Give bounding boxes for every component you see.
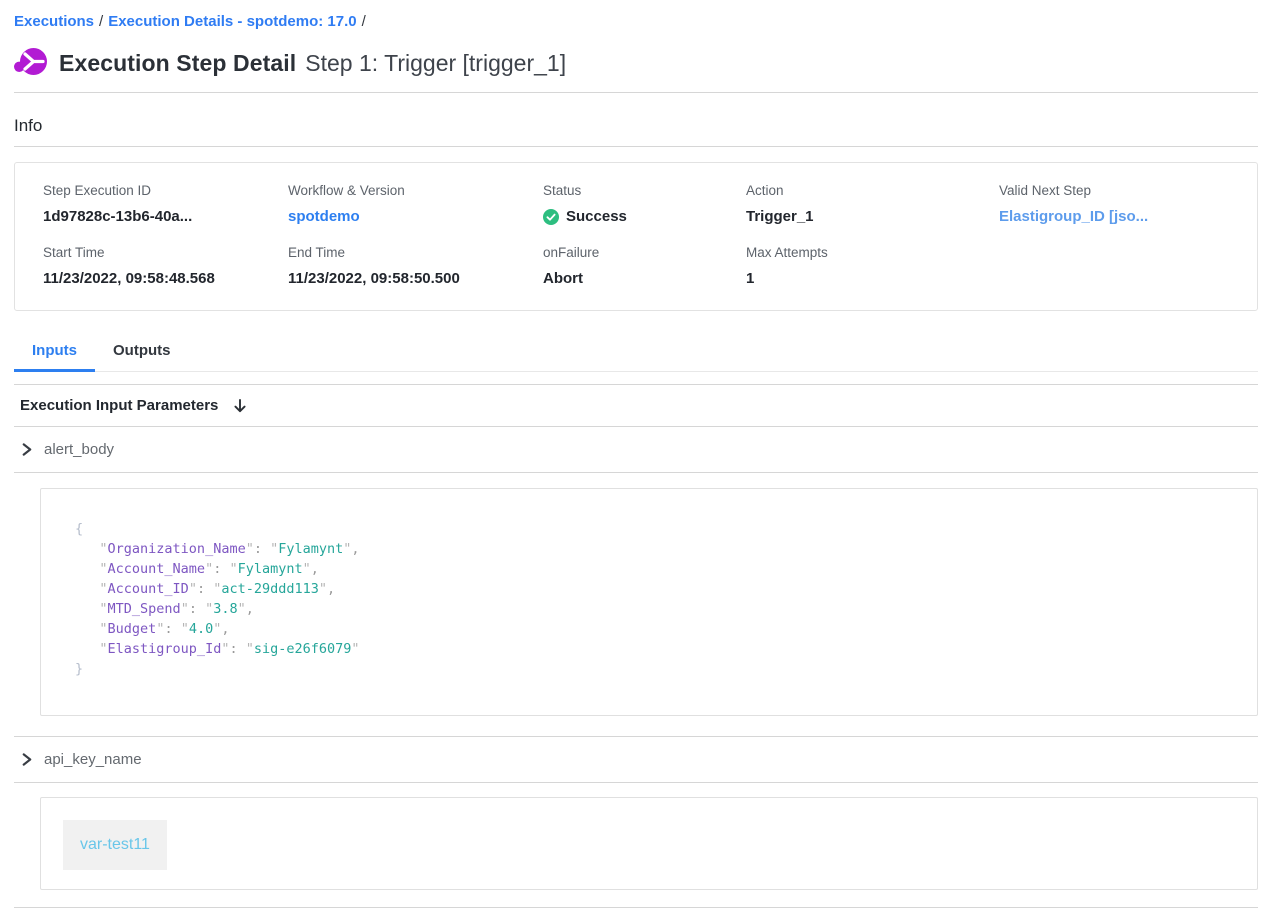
section-label: api_key_name bbox=[44, 751, 142, 768]
field-value: Trigger_1 bbox=[746, 207, 999, 226]
field-end-time: End Time 11/23/2022, 09:58:50.500 bbox=[288, 244, 543, 288]
section-label: alert_body bbox=[44, 441, 114, 458]
field-label: Status bbox=[543, 182, 746, 199]
alert-body-content: { "Organization_Name": "Fylamynt", "Acco… bbox=[14, 488, 1258, 716]
chevron-right-icon[interactable] bbox=[20, 753, 33, 766]
section-row-api-key-value[interactable]: api_key_value bbox=[14, 908, 1258, 919]
success-check-icon bbox=[543, 209, 559, 225]
breadcrumb-link-executions[interactable]: Executions bbox=[14, 13, 94, 30]
alert-body-code[interactable]: { "Organization_Name": "Fylamynt", "Acco… bbox=[75, 519, 1237, 679]
field-valid-next-step: Valid Next Step Elastigroup_ID [jso... bbox=[999, 182, 1229, 226]
params-title: Execution Input Parameters bbox=[20, 397, 218, 414]
divider bbox=[14, 92, 1258, 93]
field-on-failure: onFailure Abort bbox=[543, 244, 746, 288]
valid-next-step-link[interactable]: Elastigroup_ID [jso... bbox=[999, 207, 1229, 226]
section-row-api-key-name[interactable]: api_key_name bbox=[14, 737, 1258, 782]
page-header: Execution Step Detail Step 1: Trigger [t… bbox=[14, 46, 1258, 80]
tab-inputs[interactable]: Inputs bbox=[14, 332, 95, 371]
alert-body-code-box: { "Organization_Name": "Fylamynt", "Acco… bbox=[40, 488, 1258, 716]
field-action: Action Trigger_1 bbox=[746, 182, 999, 226]
field-workflow-version: Workflow & Version spotdemo bbox=[288, 182, 543, 226]
field-max-attempts: Max Attempts 1 bbox=[746, 244, 999, 288]
field-label: End Time bbox=[288, 244, 543, 261]
breadcrumb: Executions/Execution Details - spotdemo:… bbox=[14, 0, 1258, 30]
divider bbox=[14, 782, 1258, 783]
field-status: Status Success bbox=[543, 182, 746, 226]
field-value: 11/23/2022, 09:58:50.500 bbox=[288, 269, 543, 288]
fylamynt-logo-icon bbox=[14, 46, 48, 80]
info-card: Step Execution ID 1d97828c-13b6-40a... W… bbox=[14, 162, 1258, 311]
breadcrumb-separator: / bbox=[357, 13, 371, 30]
chevron-right-icon[interactable] bbox=[20, 443, 33, 456]
breadcrumb-link-execution-details[interactable]: Execution Details - spotdemo: 17.0 bbox=[108, 13, 356, 30]
api-key-name-content: var-test11 bbox=[14, 797, 1258, 890]
divider bbox=[14, 146, 1258, 147]
empty-cell bbox=[999, 244, 1229, 288]
execution-step-detail-page: Executions/Execution Details - spotdemo:… bbox=[0, 0, 1272, 919]
field-label: Start Time bbox=[43, 244, 288, 261]
page-title: Execution Step Detail bbox=[59, 50, 296, 77]
field-value: Abort bbox=[543, 269, 746, 288]
section-row-alert-body[interactable]: alert_body bbox=[14, 427, 1258, 472]
api-key-name-box: var-test11 bbox=[40, 797, 1258, 890]
api-key-name-chip: var-test11 bbox=[63, 820, 167, 870]
field-label: Max Attempts bbox=[746, 244, 999, 261]
divider bbox=[14, 472, 1258, 473]
tab-bar: Inputs Outputs bbox=[14, 332, 1258, 372]
field-label: Workflow & Version bbox=[288, 182, 543, 199]
status-badge: Success bbox=[543, 207, 746, 226]
field-label: Step Execution ID bbox=[43, 182, 288, 199]
workflow-link[interactable]: spotdemo bbox=[288, 207, 543, 226]
field-label: onFailure bbox=[543, 244, 746, 261]
field-value: 1d97828c-13b6-40a... bbox=[43, 207, 288, 226]
field-label: Valid Next Step bbox=[999, 182, 1229, 199]
field-value: 1 bbox=[746, 269, 999, 288]
info-section-heading: Info bbox=[14, 116, 1258, 136]
breadcrumb-separator: / bbox=[94, 13, 108, 30]
status-text: Success bbox=[566, 207, 627, 226]
field-value: 11/23/2022, 09:58:48.568 bbox=[43, 269, 288, 288]
arrow-down-icon[interactable] bbox=[232, 398, 248, 414]
field-step-execution-id: Step Execution ID 1d97828c-13b6-40a... bbox=[43, 182, 288, 226]
execution-input-parameters-header: Execution Input Parameters bbox=[14, 385, 1258, 426]
field-start-time: Start Time 11/23/2022, 09:58:48.568 bbox=[43, 244, 288, 288]
field-label: Action bbox=[746, 182, 999, 199]
tab-outputs[interactable]: Outputs bbox=[95, 332, 189, 371]
page-subtitle: Step 1: Trigger [trigger_1] bbox=[305, 50, 566, 77]
